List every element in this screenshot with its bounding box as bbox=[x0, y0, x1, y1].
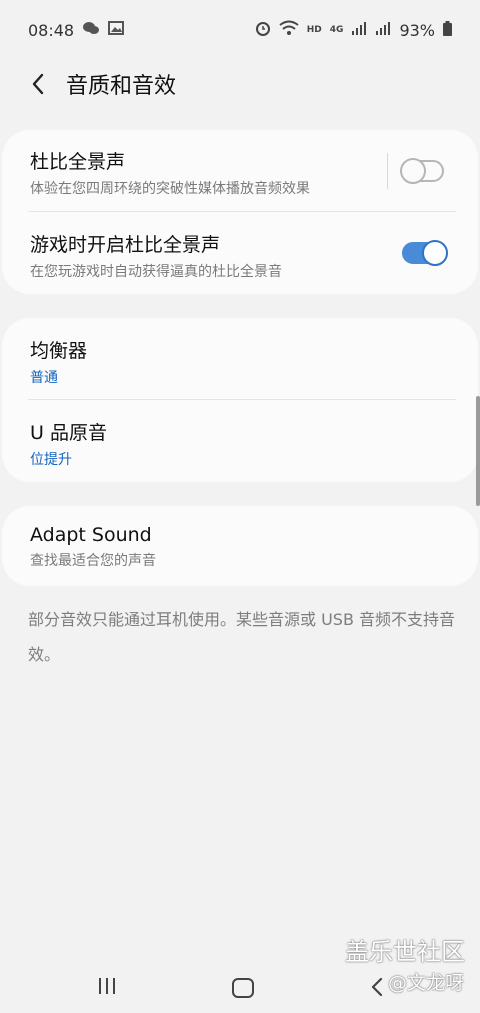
dolby-atmos-subtitle: 体验在您四周环绕的突破性媒体播放音频效果 bbox=[30, 181, 310, 197]
scrollbar[interactable] bbox=[476, 396, 480, 506]
back-arrow-icon bbox=[32, 73, 44, 95]
status-time: 08:48 bbox=[28, 20, 75, 40]
dolby-gaming-title: 游戏时开启杜比全景声 bbox=[30, 234, 221, 256]
recent-bar bbox=[113, 978, 115, 994]
recent-apps-button[interactable] bbox=[99, 978, 115, 994]
adapt-sound-title: Adapt Sound bbox=[30, 524, 152, 546]
uhq-upscaler-title: U 品原音 bbox=[30, 422, 107, 444]
lte-icon: 4G bbox=[329, 25, 344, 35]
adapt-sound-subtitle: 查找最适合您的声音 bbox=[30, 553, 156, 569]
recent-bar bbox=[99, 978, 101, 994]
dolby-gaming-text: 游戏时开启杜比全景声 在您玩游戏时自动获得逼真的杜比全景音 bbox=[30, 230, 282, 281]
toggle-knob bbox=[422, 240, 448, 266]
uhq-upscaler-text: U 品原音 位提升 bbox=[30, 418, 107, 469]
equalizer-card: 均衡器 普通 U 品原音 位提升 bbox=[2, 318, 478, 482]
home-button[interactable] bbox=[232, 978, 254, 998]
adapt-sound-text: Adapt Sound 查找最适合您的声音 bbox=[30, 524, 156, 570]
dolby-atmos-title: 杜比全景声 bbox=[30, 151, 126, 173]
dolby-gaming-subtitle: 在您玩游戏时自动获得逼真的杜比全景音 bbox=[30, 264, 282, 280]
equalizer-title: 均衡器 bbox=[30, 340, 88, 362]
toggle-knob bbox=[400, 158, 426, 184]
dolby-atmos-text: 杜比全景声 体验在您四周环绕的突破性媒体播放音频效果 bbox=[30, 147, 310, 198]
dolby-atmos-row[interactable]: 杜比全景声 体验在您四周环绕的突破性媒体播放音频效果 bbox=[2, 130, 478, 212]
hd-icon: HD bbox=[306, 25, 322, 35]
equalizer-row[interactable]: 均衡器 普通 bbox=[2, 318, 478, 400]
nav-back-icon bbox=[371, 977, 383, 997]
footer-note: 部分音效只能通过耳机使用。某些音源或 USB 音频不支持音效。 bbox=[28, 610, 456, 664]
status-bar: 08:48 HD 4G 93% bbox=[0, 0, 480, 60]
equalizer-value: 普通 bbox=[30, 370, 58, 386]
uhq-upscaler-row[interactable]: U 品原音 位提升 bbox=[2, 400, 478, 482]
dolby-gaming-toggle[interactable] bbox=[402, 240, 448, 266]
nav-back-button[interactable] bbox=[370, 976, 384, 1002]
wechat-icon bbox=[82, 20, 100, 40]
signal-icon bbox=[351, 21, 367, 39]
dolby-atmos-toggle[interactable] bbox=[400, 158, 444, 184]
battery-icon bbox=[443, 20, 452, 40]
adapt-sound-card: Adapt Sound 查找最适合您的声音 bbox=[2, 506, 478, 586]
dolby-card: 杜比全景声 体验在您四周环绕的突破性媒体播放音频效果 游戏时开启杜比全景声 在您… bbox=[2, 130, 478, 294]
wifi-icon bbox=[279, 20, 299, 40]
equalizer-text: 均衡器 普通 bbox=[30, 336, 87, 387]
navigation-bar bbox=[0, 960, 480, 1013]
uhq-upscaler-value: 位提升 bbox=[30, 452, 72, 468]
recent-bar bbox=[106, 978, 108, 994]
back-button[interactable] bbox=[24, 70, 52, 98]
row-separator bbox=[387, 153, 388, 189]
signal-icon-2 bbox=[375, 21, 391, 39]
battery-percent: 93% bbox=[399, 20, 435, 40]
page-title: 音质和音效 bbox=[66, 74, 177, 99]
adapt-sound-row[interactable]: Adapt Sound 查找最适合您的声音 bbox=[2, 506, 478, 586]
dolby-gaming-row[interactable]: 游戏时开启杜比全景声 在您玩游戏时自动获得逼真的杜比全景音 bbox=[2, 212, 478, 294]
gallery-icon bbox=[108, 21, 125, 39]
alarm-icon bbox=[255, 20, 271, 40]
app-header: 音质和音效 bbox=[0, 60, 480, 108]
